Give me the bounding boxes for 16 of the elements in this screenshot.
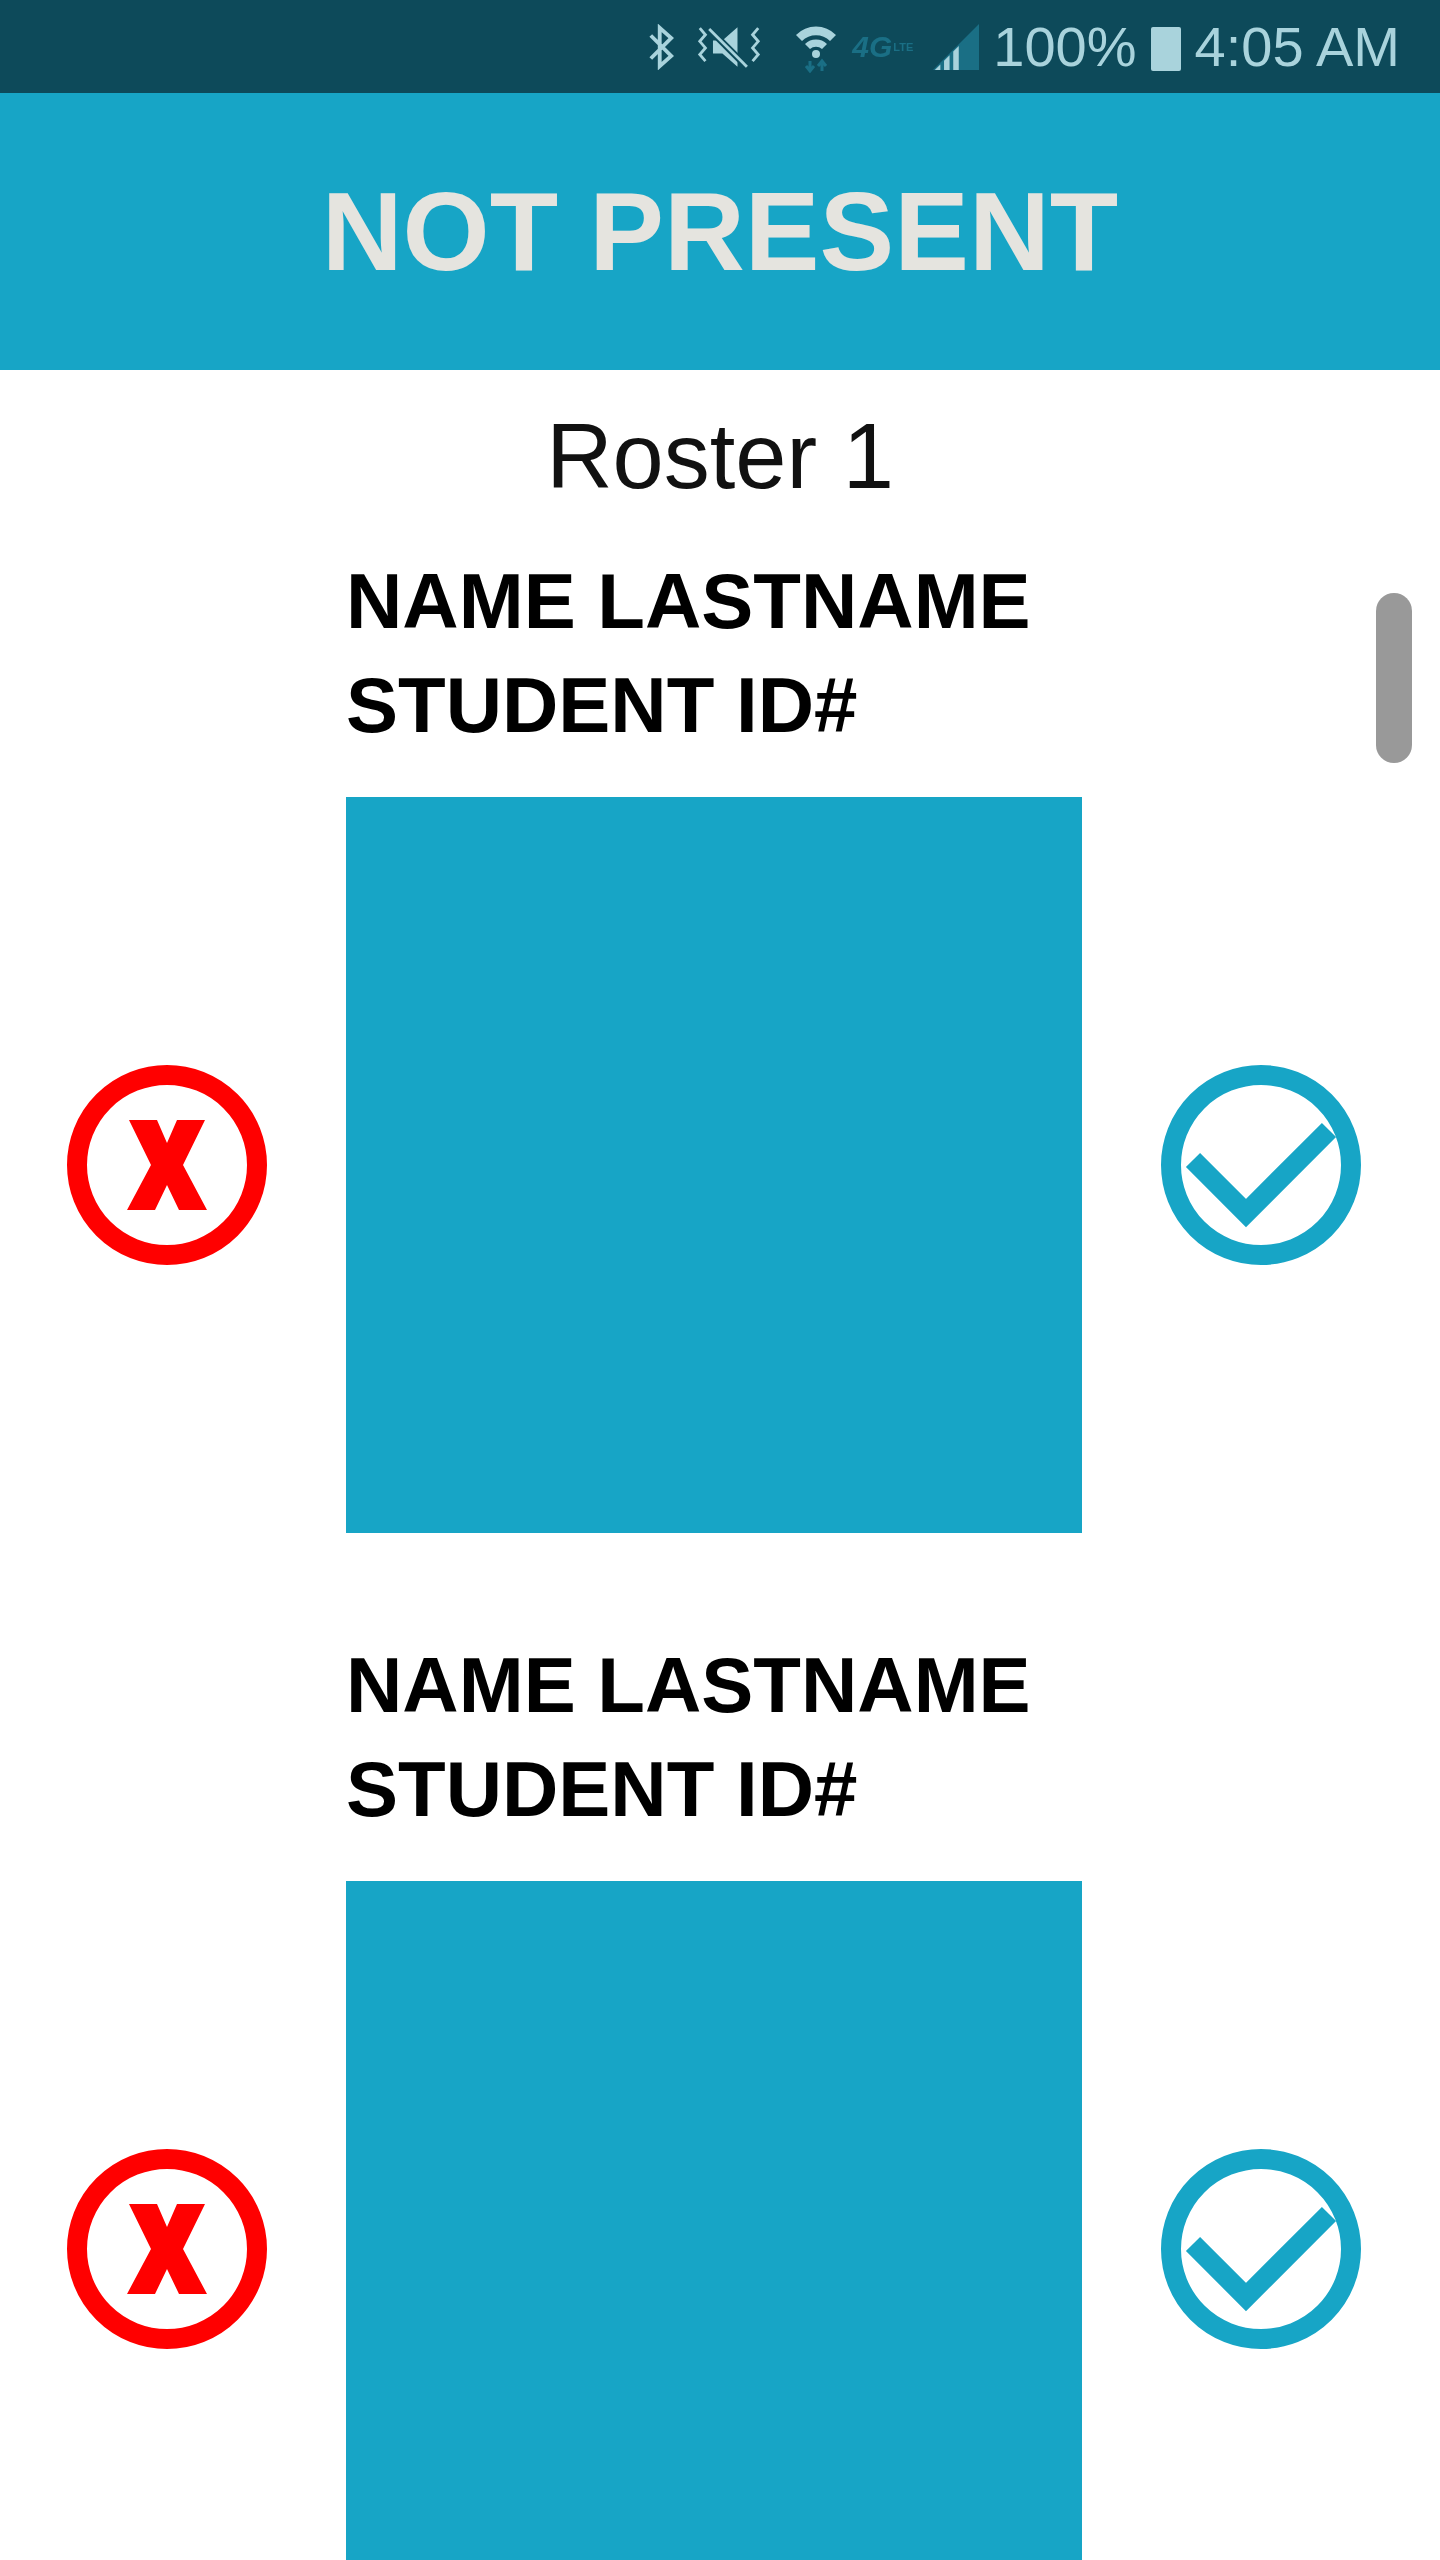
student-id: STUDENT ID# <box>346 1744 859 1836</box>
header-title: NOT PRESENT <box>321 168 1119 296</box>
bluetooth-icon <box>648 23 675 70</box>
accept-icon[interactable] <box>1161 1065 1361 1266</box>
student-name: NAME LASTNAME <box>346 556 1032 648</box>
clock-time: 4:05 AM <box>1194 14 1400 79</box>
signal-icon <box>933 23 980 70</box>
roster-title: Roster 1 <box>545 406 895 508</box>
battery-percent: 100% <box>993 14 1137 79</box>
student-id: STUDENT ID# <box>346 660 859 752</box>
reject-icon[interactable] <box>67 1065 267 1266</box>
reject-icon[interactable] <box>67 2149 267 2350</box>
accept-icon[interactable] <box>1161 2149 1361 2350</box>
student-name: NAME LASTNAME <box>346 1640 1032 1732</box>
battery-icon <box>1150 26 1181 71</box>
scrollbar[interactable] <box>1376 593 1412 763</box>
